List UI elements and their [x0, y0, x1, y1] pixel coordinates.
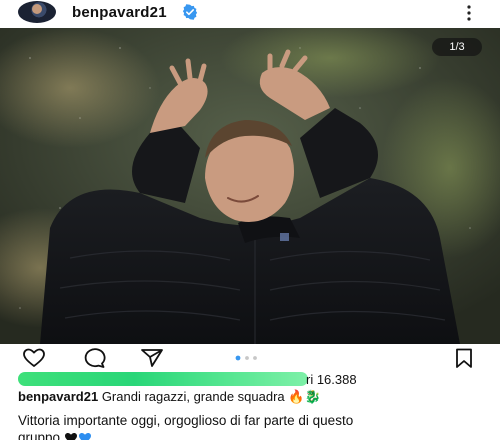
caption-text: Grandi ragazzi, grande squadra [98, 389, 289, 404]
redacted-likes-text [18, 372, 308, 386]
bookmark-icon[interactable] [452, 348, 476, 368]
photo-illustration [0, 28, 500, 344]
carousel-counter: 1/3 [432, 38, 482, 56]
username[interactable]: benpavard21 [72, 4, 167, 21]
heart-icon[interactable] [22, 348, 46, 368]
description-line-2: gruppo [18, 430, 61, 440]
description-line-1: Vittoria importante oggi, orgoglioso di … [18, 413, 354, 428]
caption-username[interactable]: benpavard21 [18, 389, 98, 404]
post-description: Vittoria importante oggi, orgoglioso di … [18, 412, 488, 440]
action-bar [0, 346, 500, 370]
post-photo[interactable]: 1/3 [0, 28, 500, 344]
verified-badge-icon [182, 4, 198, 20]
caption-emojis: 🔥🐉 [288, 389, 321, 404]
likes-row[interactable]: ri 16.388 [18, 372, 498, 388]
send-icon[interactable] [140, 348, 164, 368]
carousel-dots [235, 355, 257, 361]
post-header: benpavard21 [0, 0, 500, 26]
caption: benpavard21 Grandi ragazzi, grande squad… [18, 389, 321, 405]
more-vertical-icon[interactable] [462, 3, 476, 23]
avatar[interactable] [18, 1, 56, 23]
likes-count: ri 16.388 [306, 372, 357, 387]
comment-icon[interactable] [82, 348, 106, 368]
black-blue-hearts-icon [64, 433, 91, 440]
